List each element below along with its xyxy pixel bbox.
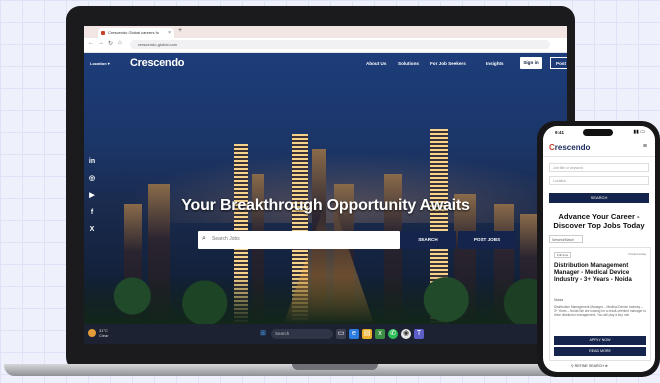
refine-search-button[interactable]: ⚲ REFINE SEARCH ⊕ <box>571 364 608 368</box>
phone-keyword-input[interactable]: Job title or keyword <box>549 163 649 172</box>
tab-title: Crescendo Global careers fo <box>108 30 159 35</box>
phone-time: 9:41 <box>555 130 565 135</box>
social-sidebar: in ◎ ▶ f X <box>84 153 100 238</box>
hero-headline: Your Breakthrough Opportunity Awaits <box>181 197 470 214</box>
nav-about-us[interactable]: About Us <box>366 61 386 66</box>
chrome-icon[interactable]: ◉ <box>401 329 411 339</box>
post-jobs-button[interactable]: Post Jobs <box>550 57 567 69</box>
phone-location-input[interactable]: Location <box>549 176 649 185</box>
read-more-button[interactable]: READ MORE <box>554 347 646 356</box>
nav-insights[interactable]: Insights <box>486 61 504 66</box>
job-search-input[interactable]: ⌕ Search Jobs <box>198 231 400 249</box>
task-view-icon[interactable]: ▭ <box>336 329 346 339</box>
edge-icon[interactable]: e <box>349 329 359 339</box>
taskbar-search[interactable]: Search <box>271 329 333 339</box>
site-navbar: Location ▾ Crescendo About Us Solutions … <box>84 53 567 75</box>
new-tab-icon[interactable]: + <box>178 27 182 34</box>
excel-icon[interactable]: x <box>375 329 385 339</box>
laptop-notch <box>292 364 378 370</box>
phone-logo-text: rescendo <box>554 143 591 152</box>
taskbar-search-label: Search <box>275 331 290 336</box>
search-placeholder: Search Jobs <box>212 236 240 242</box>
phone-screen: 9:41 ▮▮ ▭ Crescendo ≡ Job title or keywo… <box>543 126 655 372</box>
location-dropdown[interactable]: Location ▾ <box>90 61 110 66</box>
linkedin-icon[interactable]: in <box>84 153 100 170</box>
apply-now-button[interactable]: APPLY NOW <box>554 336 646 345</box>
phone-site-header: Crescendo ≡ <box>543 140 655 157</box>
phone-logo[interactable]: Crescendo <box>549 143 590 152</box>
weather-widget[interactable]: 31°C Clear <box>99 328 109 338</box>
browser-tab-bar: Crescendo Global careers fo × + <box>84 26 567 38</box>
refine-search-label: REFINE SEARCH <box>574 364 604 368</box>
job-title[interactable]: Distribution Management Manager - Medica… <box>554 262 646 284</box>
treeline <box>84 254 567 324</box>
windows-start-icon[interactable]: ⊞ <box>258 329 268 339</box>
back-icon[interactable]: ← <box>88 40 94 46</box>
x-icon[interactable]: X <box>84 221 100 238</box>
home-icon[interactable]: ⌂ <box>118 40 122 46</box>
job-description: Distribution Management Manager – Medica… <box>554 305 646 317</box>
reload-icon[interactable]: ↻ <box>108 40 113 47</box>
laptop-screen: Crescendo Global careers fo × + ← → ↻ ⌂ … <box>84 26 567 344</box>
hamburger-menu-icon[interactable]: ≡ <box>643 143 647 150</box>
instagram-icon[interactable]: ◎ <box>84 170 100 187</box>
job-card[interactable]: Full time Posted today Distribution Mana… <box>549 247 651 361</box>
phone-sort-select[interactable]: Newest/Match <box>549 235 583 243</box>
file-explorer-icon[interactable]: ▤ <box>362 329 372 339</box>
signal-battery-icon: ▮▮ ▭ <box>633 129 645 135</box>
browser-tab[interactable]: Crescendo Global careers fo × <box>98 28 174 38</box>
dynamic-island <box>583 129 613 136</box>
phone-page-title: Advance Your Career - Discover Top Jobs … <box>553 212 645 230</box>
hero-section: Location ▾ Crescendo About Us Solutions … <box>84 53 567 324</box>
job-location: Noida <box>554 298 564 302</box>
address-bar: ← → ↻ ⌂ crescendo-global.com <box>84 38 567 53</box>
search-button[interactable]: SEARCH <box>400 231 456 249</box>
nav-for-job-seekers[interactable]: For Job Seekers <box>430 61 466 66</box>
search-icon: ⌕ <box>202 235 206 242</box>
phone-search-button[interactable]: SEARCH <box>549 193 649 203</box>
weather-desc: Clear <box>99 333 109 338</box>
teams-icon[interactable]: T <box>414 329 424 339</box>
favicon-icon <box>101 31 105 35</box>
url-field[interactable]: crescendo-global.com <box>130 40 550 49</box>
job-posted-date: Posted today <box>628 252 646 256</box>
job-type-badge: Full time <box>554 252 572 258</box>
taskbar-icons: ⊞ Search ▭ e ▤ x ✆ ◉ T <box>258 328 424 340</box>
post-jobs-cta-button[interactable]: POST JOBS <box>458 231 516 249</box>
location-label: Location <box>90 61 107 66</box>
close-icon[interactable]: × <box>168 28 171 38</box>
signin-button[interactable]: Sign in <box>520 57 542 69</box>
weather-icon[interactable] <box>88 329 96 337</box>
nav-solutions[interactable]: Solutions <box>398 61 419 66</box>
windows-taskbar: 31°C Clear ⊞ Search ▭ e ▤ x ✆ ◉ T <box>84 324 567 344</box>
whatsapp-icon[interactable]: ✆ <box>388 329 398 339</box>
phone-status-bar: 9:41 ▮▮ ▭ <box>543 126 655 138</box>
forward-icon[interactable]: → <box>98 40 104 46</box>
site-logo[interactable]: Crescendo <box>130 57 184 69</box>
